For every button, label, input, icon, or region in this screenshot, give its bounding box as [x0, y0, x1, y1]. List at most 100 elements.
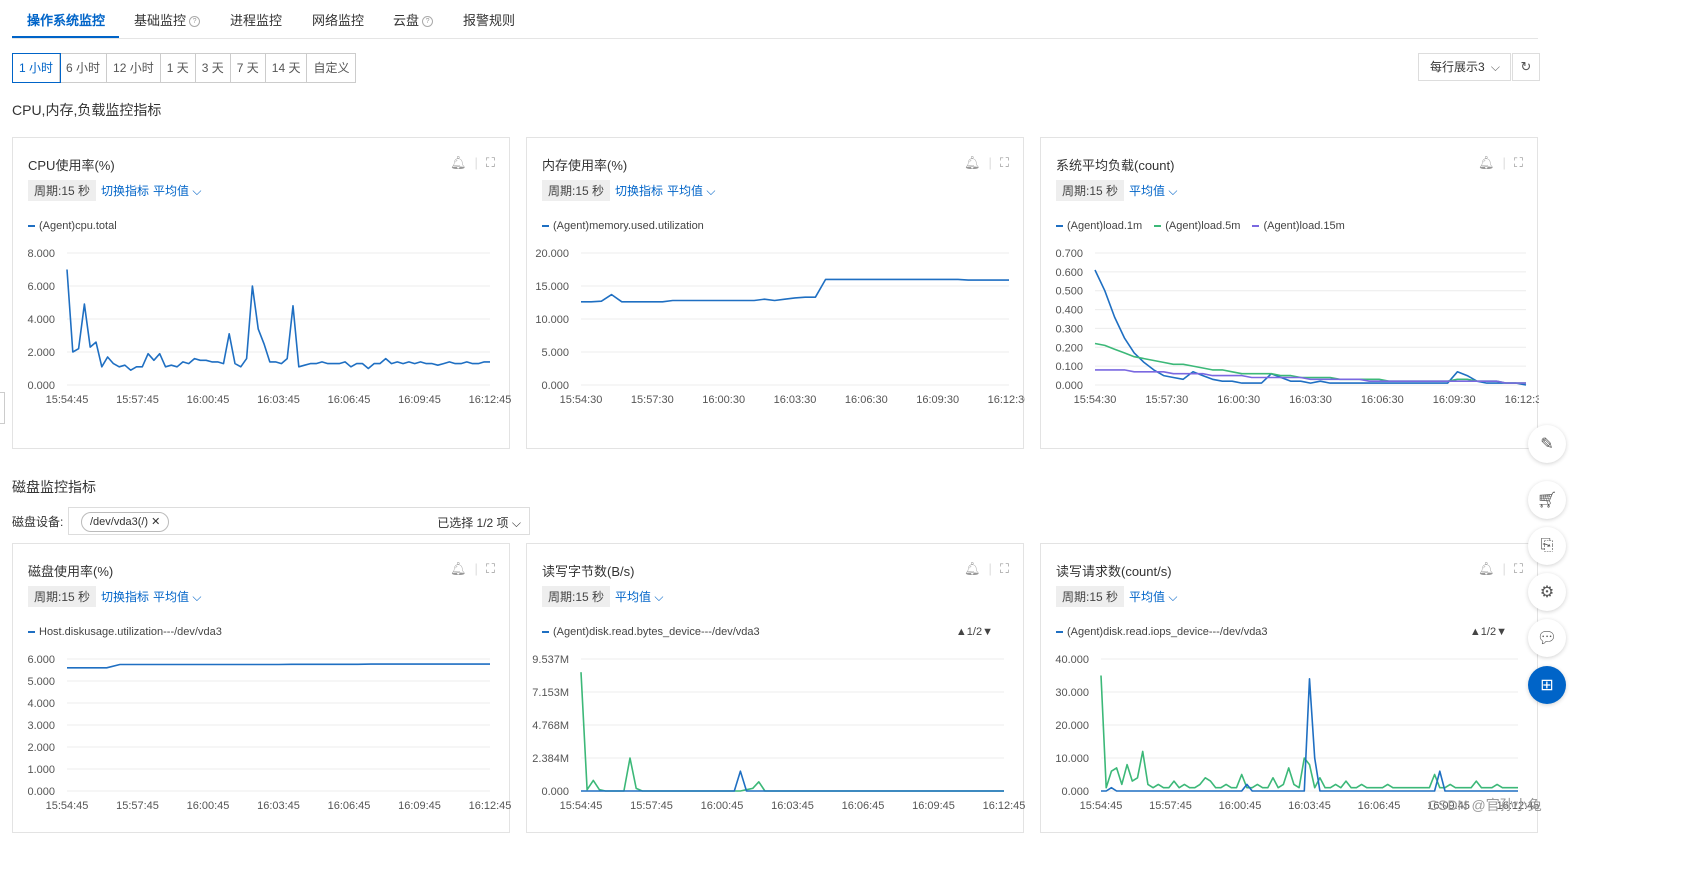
x-tick-label: 16:09:45	[912, 800, 955, 812]
y-tick-label: 0.300	[1055, 323, 1083, 335]
aggregation-select[interactable]: 平均值 ⌵	[153, 182, 201, 199]
series-line[interactable]	[1095, 369, 1526, 384]
aggregation-select[interactable]: 平均值 ⌵	[1129, 588, 1177, 605]
y-tick-label: 5.000	[27, 676, 55, 688]
x-tick-label: 15:54:30	[560, 394, 603, 406]
series-line[interactable]	[66, 269, 490, 371]
bell-icon[interactable]: 🔔︎	[964, 155, 981, 171]
api-button[interactable]: ⎘	[1528, 527, 1566, 565]
chat-button[interactable]: 💬︎	[1528, 619, 1566, 657]
tab-network-monitor[interactable]: 网络监控	[312, 10, 364, 29]
tab-alarm-rules[interactable]: 报警规则	[463, 10, 515, 29]
bell-icon[interactable]: 🔔︎	[450, 561, 467, 577]
switch-metric-link[interactable]: 切换指标	[101, 182, 149, 199]
top-tabs: 操作系统监控 基础监控? 进程监控 网络监控 云盘? 报警规则	[12, 0, 1538, 39]
x-tick-label: 16:03:45	[771, 800, 814, 812]
range-1h[interactable]: 1 小时	[11, 53, 62, 83]
series-line[interactable]	[67, 663, 490, 669]
range-1d[interactable]: 1 天	[161, 54, 196, 82]
disk-selected-count: 已选择 1/2 项 ⌵	[437, 516, 521, 530]
y-tick-label: 30.000	[1055, 687, 1089, 699]
settings-button[interactable]: ⚙	[1528, 573, 1566, 611]
period-badge: 周期:15 秒	[1056, 180, 1125, 201]
legend-item[interactable]: (Agent)cpu.total	[28, 220, 117, 232]
fullscreen-icon[interactable]: ⛶	[486, 155, 495, 171]
series-line[interactable]	[1094, 269, 1527, 386]
refresh-button[interactable]: ↻	[1512, 53, 1540, 81]
legend-item[interactable]: Host.diskusage.utilization---/dev/vda3	[28, 626, 222, 638]
load-line-chart: 0.000 0.100 0.200 0.300 0.400 0.500 0.600 0.700…	[1055, 248, 1539, 406]
x-tick-label: 15:57:30	[1145, 394, 1188, 406]
fullscreen-icon[interactable]: ⛶	[1514, 561, 1523, 577]
chart-legend: (Agent)memory.used.utilization	[542, 220, 704, 232]
disk-device-select[interactable]: /dev/vda3(/) ✕ 已选择 1/2 项 ⌵	[68, 507, 530, 535]
collapse-handle[interactable]	[0, 392, 5, 424]
series-line[interactable]	[581, 770, 1004, 792]
x-tick-label: 16:06:30	[845, 394, 888, 406]
legend-pager[interactable]: ▲1/2▼	[1470, 626, 1507, 638]
range-7d[interactable]: 7 天	[231, 54, 266, 82]
aggregation-select[interactable]: 平均值 ⌵	[615, 588, 663, 605]
aggregation-select[interactable]: 平均值 ⌵	[1129, 182, 1177, 199]
range-custom[interactable]: 自定义	[307, 54, 355, 82]
switch-metric-link[interactable]: 切换指标	[101, 588, 149, 605]
legend-pager[interactable]: ▲1/2▼	[956, 626, 993, 638]
y-tick-label: 10.000	[535, 314, 569, 326]
range-14d[interactable]: 14 天	[266, 54, 308, 82]
legend-item[interactable]: (Agent)load.15m	[1252, 220, 1345, 232]
x-tick-label: 16:12:45	[469, 394, 511, 406]
x-tick-label: 16:12:45	[469, 800, 511, 812]
bell-icon[interactable]: 🔔︎	[1478, 561, 1495, 577]
fullscreen-icon[interactable]: ⛶	[486, 561, 495, 577]
card-disk-usage: 磁盘使用率(%) 🔔︎ | ⛶ 周期:15 秒 切换指标 平均值 ⌵ Host.di…	[12, 543, 511, 833]
series-line[interactable]	[1101, 677, 1518, 792]
aggregation-select[interactable]: 平均值 ⌵	[153, 588, 201, 605]
bell-icon[interactable]: 🔔︎	[964, 561, 981, 577]
fullscreen-icon[interactable]: ⛶	[1000, 155, 1009, 171]
close-icon[interactable]: ✕	[151, 516, 160, 528]
y-tick-label: 0.000	[541, 380, 569, 392]
y-tick-label: 0.500	[1055, 286, 1083, 298]
x-tick-label: 16:00:30	[1217, 394, 1260, 406]
rw-bytes-line-chart: 0.000 2.384M 4.768M 7.153M 9.537M 15:54:45 15:…	[532, 654, 1025, 812]
chart-legend: (Agent)disk.read.bytes_device---/dev/vda…	[542, 626, 760, 638]
per-row-select[interactable]: 每行展示3 ⌵	[1418, 53, 1511, 81]
legend-item[interactable]: (Agent)disk.read.bytes_device---/dev/vda…	[542, 626, 760, 638]
x-tick-label: 16:09:30	[1433, 394, 1476, 406]
range-12h[interactable]: 12 小时	[107, 54, 161, 82]
range-6h[interactable]: 6 小时	[60, 54, 108, 82]
y-tick-label: 0.000	[27, 786, 55, 798]
bell-icon[interactable]: 🔔︎	[450, 155, 467, 171]
tab-os-monitor[interactable]: 操作系统监控	[27, 10, 105, 29]
series-line[interactable]	[581, 278, 1009, 303]
y-tick-label: 0.200	[1055, 342, 1083, 354]
series-line[interactable]	[580, 672, 1004, 792]
tab-process-monitor[interactable]: 进程监控	[230, 10, 282, 29]
x-tick-label: 16:00:45	[187, 800, 230, 812]
legend-item[interactable]: (Agent)load.1m	[1056, 220, 1142, 232]
fullscreen-icon[interactable]: ⛶	[1514, 155, 1523, 171]
card-title: 系统平均负载(count)	[1056, 158, 1175, 173]
edit-button[interactable]: ✎	[1528, 425, 1566, 463]
legend-item[interactable]: (Agent)load.5m	[1154, 220, 1240, 232]
fullscreen-icon[interactable]: ⛶	[1000, 561, 1009, 577]
y-tick-label: 1.000	[27, 764, 55, 776]
apps-button[interactable]: ⊞	[1528, 666, 1566, 704]
tab-cloud-disk[interactable]: 云盘?	[393, 10, 434, 29]
y-tick-label: 6.000	[27, 281, 55, 293]
switch-metric-link[interactable]: 切换指标	[615, 182, 663, 199]
bell-icon[interactable]: 🔔︎	[1478, 155, 1495, 171]
y-tick-label: 0.000	[1055, 380, 1083, 392]
legend-item[interactable]: (Agent)memory.used.utilization	[542, 220, 704, 232]
series-line[interactable]	[1094, 342, 1526, 384]
period-badge: 周期:15 秒	[1056, 586, 1125, 607]
x-tick-label: 16:09:45	[398, 800, 441, 812]
card-title: CPU使用率(%)	[28, 158, 115, 173]
aggregation-select[interactable]: 平均值 ⌵	[667, 182, 715, 199]
tab-basic-monitor[interactable]: 基础监控?	[134, 10, 201, 29]
cart-button[interactable]: 🛒︎	[1528, 481, 1566, 519]
chevron-down-icon: ⌵	[1490, 60, 1500, 74]
range-3d[interactable]: 3 天	[196, 54, 231, 82]
legend-item[interactable]: (Agent)disk.read.iops_device---/dev/vda3	[1056, 626, 1268, 638]
y-tick-label: 0.700	[1055, 248, 1083, 260]
